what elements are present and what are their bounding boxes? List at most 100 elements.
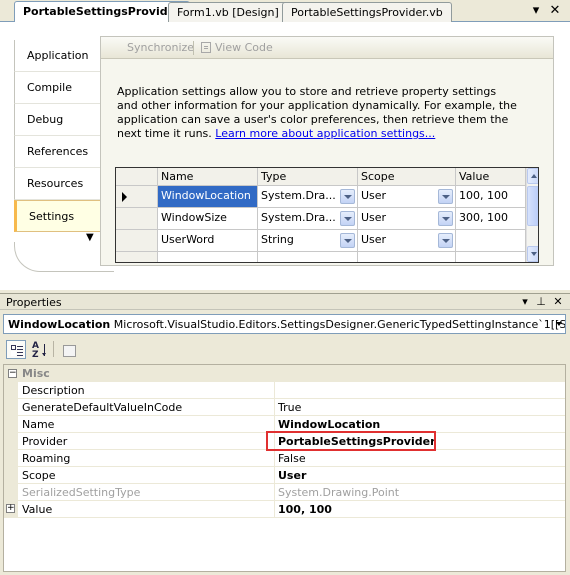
nav-tab-curve [14, 242, 114, 272]
categorized-icon[interactable] [6, 340, 26, 359]
nav-tab-application[interactable]: Application [14, 40, 100, 72]
cell-scope[interactable]: User [358, 230, 456, 252]
property-name: Provider [18, 433, 274, 450]
cell-type-text: System.Dra... [261, 211, 336, 224]
cell-name[interactable]: WindowLocation [158, 186, 258, 208]
nav-tab-resources[interactable]: Resources [14, 168, 100, 200]
nav-tab-references[interactable]: References [14, 136, 100, 168]
property-row-generate-default[interactable]: GenerateDefaultValueInCode True [4, 399, 565, 416]
cell-type[interactable] [258, 252, 358, 262]
cell-scope[interactable]: User [358, 186, 456, 208]
scroll-down-button[interactable] [527, 246, 538, 262]
property-value[interactable]: False [274, 450, 565, 467]
cell-name[interactable] [158, 252, 258, 262]
cell-scope[interactable]: User [358, 208, 456, 230]
column-header-scope[interactable]: Scope [358, 168, 456, 186]
row-header[interactable] [116, 186, 158, 208]
row-header[interactable] [116, 252, 158, 262]
property-name: Name [18, 416, 274, 433]
cell-value[interactable]: 300, 100 [456, 208, 526, 230]
cell-scope-text: User [361, 189, 387, 202]
row-header[interactable] [116, 230, 158, 252]
property-row-serialized-type[interactable]: SerializedSettingType System.Drawing.Poi… [4, 484, 565, 501]
cell-value[interactable]: 100, 100 [456, 186, 526, 208]
tab-portable-settings-provider-vb[interactable]: PortableSettingsProvider.vb [282, 2, 452, 22]
table-row[interactable]: WindowLocation System.Dra... User 100, 1… [116, 186, 526, 208]
property-name: GenerateDefaultValueInCode [18, 399, 274, 416]
scope-dropdown-button[interactable] [438, 189, 453, 204]
type-dropdown-button[interactable] [340, 189, 355, 204]
cell-type[interactable]: System.Dra... [258, 186, 358, 208]
cell-scope[interactable] [358, 252, 456, 262]
cell-name[interactable]: WindowSize [158, 208, 258, 230]
cell-value[interactable] [456, 252, 526, 262]
settings-toolbar: Synchronize View Code [101, 37, 553, 59]
settings-grid: Name Type Scope Value WindowLocation Sys… [115, 167, 539, 263]
synchronize-button[interactable]: Synchronize [127, 41, 194, 54]
close-icon[interactable]: ✕ [547, 3, 563, 19]
property-value[interactable] [274, 382, 565, 399]
chevron-down-icon[interactable]: ▾ [528, 3, 544, 19]
object-selector[interactable]: WindowLocation Microsoft.VisualStudio.Ed… [3, 314, 566, 334]
property-row-description[interactable]: Description [4, 382, 565, 399]
table-row[interactable]: WindowSize System.Dra... User 300, 100 [116, 208, 526, 230]
view-code-button[interactable]: View Code [201, 41, 273, 54]
scope-dropdown-button[interactable] [438, 233, 453, 248]
column-header-value[interactable]: Value [456, 168, 526, 186]
type-dropdown-button[interactable] [340, 233, 355, 248]
category-label: Misc [22, 367, 50, 380]
pin-icon[interactable]: ⊥ [534, 295, 548, 309]
type-dropdown-button[interactable] [340, 211, 355, 226]
cell-type[interactable]: System.Dra... [258, 208, 358, 230]
property-value[interactable]: User [274, 467, 565, 484]
cell-value[interactable] [456, 230, 526, 252]
table-row[interactable]: UserWord String User [116, 230, 526, 252]
tab-form1-design[interactable]: Form1.vb [Design] [168, 2, 288, 22]
collapse-icon[interactable]: − [8, 369, 17, 378]
nav-tab-compile[interactable]: Compile [14, 72, 100, 104]
project-nav-tabs: Application Compile Debug References Res… [14, 32, 114, 272]
property-grid: − Misc Description GenerateDefaultValueI… [3, 364, 566, 572]
close-icon[interactable]: ✕ [551, 295, 565, 309]
grid-corner [116, 168, 158, 186]
row-header[interactable] [116, 208, 158, 230]
table-row-new[interactable] [116, 252, 526, 262]
property-row-roaming[interactable]: Roaming False [4, 450, 565, 467]
chevron-down-icon [556, 322, 562, 326]
settings-pane: Synchronize View Code Application settin… [100, 36, 554, 266]
object-type: Microsoft.VisualStudio.Editors.SettingsD… [113, 318, 566, 331]
row-gutter [4, 484, 18, 501]
grid-vertical-scrollbar[interactable] [526, 168, 538, 262]
tab-portable-settings-provider[interactable]: PortableSettingsProvider [14, 1, 190, 23]
property-row-scope[interactable]: Scope User [4, 467, 565, 484]
property-value[interactable]: 100, 100 [274, 501, 565, 518]
cell-type-text: System.Dra... [261, 189, 336, 202]
alphabetical-icon[interactable]: AZ [29, 340, 49, 360]
column-header-name[interactable]: Name [158, 168, 258, 186]
row-gutter [4, 399, 18, 416]
settings-designer: Application Compile Debug References Res… [0, 22, 570, 290]
expand-icon[interactable]: + [6, 504, 15, 513]
column-header-type[interactable]: Type [258, 168, 358, 186]
row-gutter [4, 382, 18, 399]
property-name: Roaming [18, 450, 274, 467]
learn-more-link[interactable]: Learn more about application settings... [215, 127, 435, 140]
property-name: Scope [18, 467, 274, 484]
property-value[interactable]: True [274, 399, 565, 416]
nav-tab-settings[interactable]: Settings [14, 200, 100, 232]
nav-tab-debug[interactable]: Debug [14, 104, 100, 136]
property-row-value[interactable]: + Value 100, 100 [4, 501, 565, 518]
toolbar-separator [53, 341, 54, 357]
category-misc[interactable]: − Misc [4, 365, 565, 382]
properties-title: Properties [6, 296, 62, 309]
cell-scope-text: User [361, 233, 387, 246]
property-pages-icon[interactable] [58, 340, 78, 359]
scope-dropdown-button[interactable] [438, 211, 453, 226]
scroll-up-button[interactable] [527, 168, 538, 184]
row-gutter [4, 433, 18, 450]
cell-name[interactable]: UserWord [158, 230, 258, 252]
window-position-chevron-icon[interactable]: ▾ [518, 295, 532, 309]
scroll-thumb[interactable] [527, 186, 538, 226]
view-code-icon [201, 42, 211, 53]
cell-type[interactable]: String [258, 230, 358, 252]
